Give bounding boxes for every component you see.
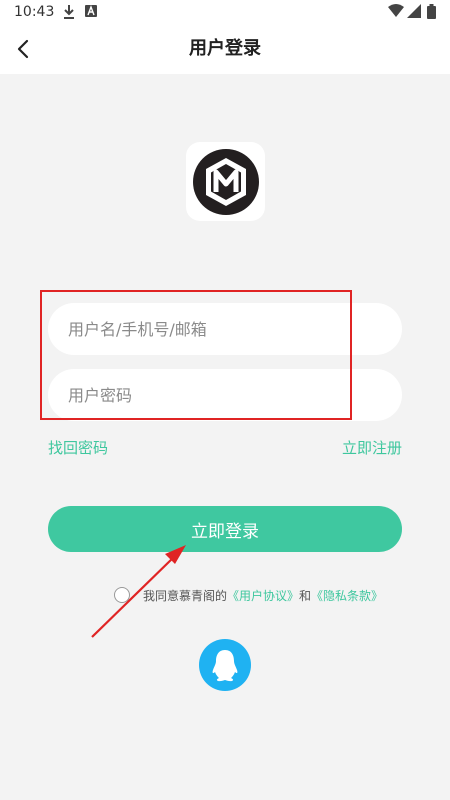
download-icon [62,4,76,24]
app-logo [186,142,265,221]
app-header: 用户登录 [0,24,450,74]
agreement-conjunction: 和 [299,588,312,603]
agreement-prefix: 我同意慕青阁的 [143,588,228,603]
a-icon [84,4,98,22]
forgot-password-link[interactable]: 找回密码 [48,437,108,458]
agreement-row: 我同意慕青阁的 《用户协议》 和 《隐私条款》 [114,586,383,604]
password-input[interactable] [48,369,402,421]
page-title: 用户登录 [189,38,261,59]
user-agreement-link[interactable]: 《用户协议》 [227,587,299,604]
status-bar: 10:43 [0,0,450,24]
chevron-left-icon [17,39,29,59]
privacy-policy-link[interactable]: 《隐私条款》 [311,587,383,604]
back-button[interactable] [8,34,38,64]
login-button-label: 立即登录 [191,521,259,542]
username-input[interactable] [48,303,402,355]
wifi-icon [388,4,404,22]
agreement-checkbox[interactable] [114,587,130,603]
qq-login-button[interactable] [199,639,251,691]
login-button[interactable]: 立即登录 [48,506,402,552]
qq-icon [212,650,238,682]
battery-icon [427,4,436,23]
m-logo-icon [192,148,259,215]
signal-icon [407,4,421,22]
status-time: 10:43 [14,4,55,20]
register-link[interactable]: 立即注册 [342,437,402,458]
